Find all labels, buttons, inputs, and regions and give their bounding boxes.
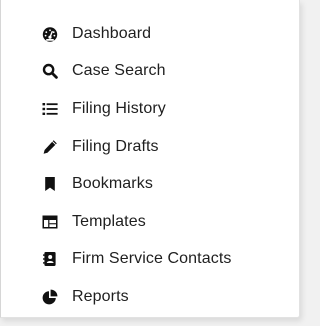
dashboard-icon bbox=[42, 26, 58, 42]
menu-item-label: Filing History bbox=[72, 99, 166, 117]
bookmark-icon bbox=[42, 176, 58, 192]
menu-item-label: Filing Drafts bbox=[72, 137, 159, 155]
navigation-menu: Dashboard Case Search Filing History Fil… bbox=[0, 0, 300, 318]
list-icon bbox=[42, 101, 58, 117]
menu-item-label: Dashboard bbox=[72, 24, 152, 42]
menu-item-reports[interactable]: Reports bbox=[1, 278, 299, 316]
menu-item-dashboard[interactable]: Dashboard bbox=[1, 15, 299, 53]
menu-item-case-search[interactable]: Case Search bbox=[1, 53, 299, 91]
menu-item-label: Bookmarks bbox=[72, 175, 153, 193]
menu-item-firm-service-contacts[interactable]: Firm Service Contacts bbox=[1, 241, 299, 279]
menu-item-label: Firm Service Contacts bbox=[72, 250, 232, 268]
address-book-icon bbox=[42, 251, 58, 267]
menu-item-filing-drafts[interactable]: Filing Drafts bbox=[1, 128, 299, 166]
menu-item-filing-history[interactable]: Filing History bbox=[1, 90, 299, 128]
menu-item-bookmarks[interactable]: Bookmarks bbox=[1, 165, 299, 203]
menu-list: Dashboard Case Search Filing History Fil… bbox=[1, 15, 299, 316]
search-icon bbox=[42, 63, 58, 80]
menu-item-templates[interactable]: Templates bbox=[1, 203, 299, 241]
table-icon bbox=[42, 214, 58, 230]
menu-item-label: Reports bbox=[72, 287, 129, 305]
menu-item-label: Templates bbox=[72, 212, 146, 230]
menu-item-label: Case Search bbox=[72, 62, 166, 80]
pencil-icon bbox=[42, 139, 58, 155]
chart-pie-icon bbox=[42, 289, 58, 305]
